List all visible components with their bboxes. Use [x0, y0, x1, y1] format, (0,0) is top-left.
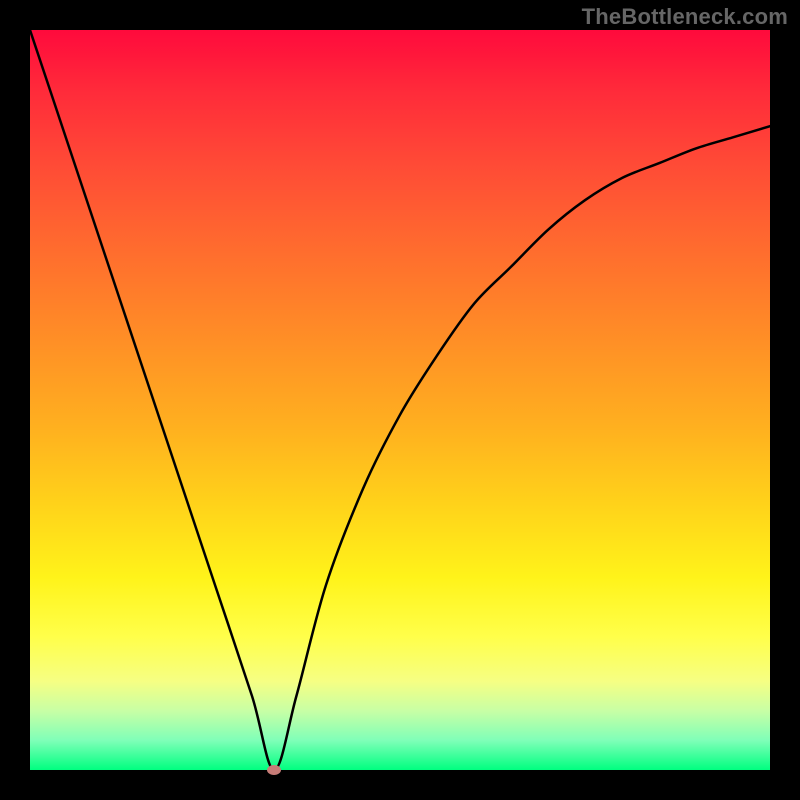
minimum-marker: [267, 765, 281, 775]
plot-area: [30, 30, 770, 770]
bottleneck-curve: [30, 30, 770, 770]
curve-svg: [30, 30, 770, 770]
chart-frame: TheBottleneck.com: [0, 0, 800, 800]
watermark-text: TheBottleneck.com: [582, 4, 788, 30]
